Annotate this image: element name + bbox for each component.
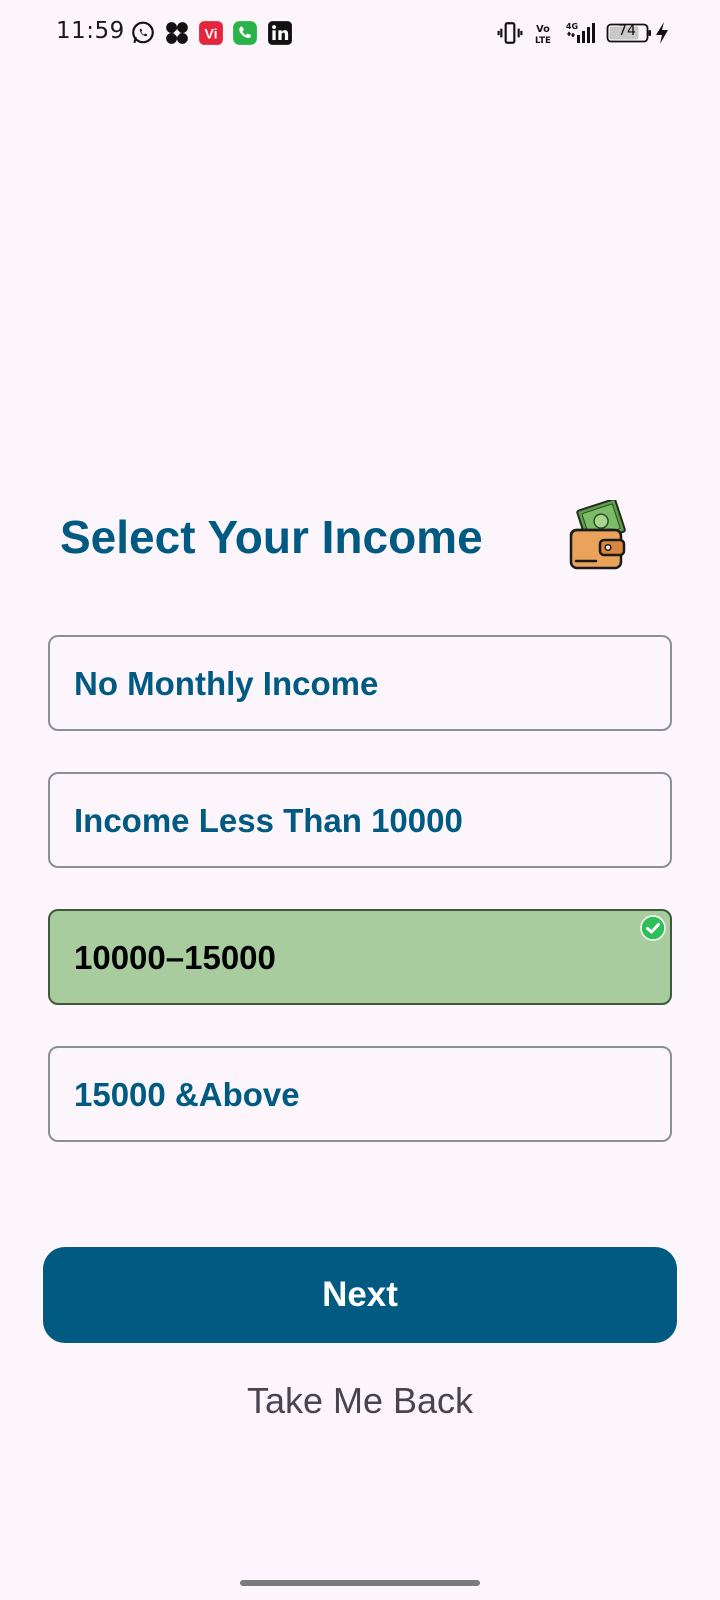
battery-level: 74 [618, 23, 636, 39]
income-option-label: No Monthly Income [74, 665, 379, 702]
income-option-label: 15000 &Above [74, 1076, 300, 1113]
take-me-back-link[interactable]: Take Me Back [0, 1380, 720, 1422]
page-title: Select Your Income [60, 511, 483, 563]
income-option-label: Income Less Than 10000 [74, 802, 463, 839]
income-option-label: 10000–15000 [74, 939, 276, 976]
vi-app-icon: Vi [198, 20, 224, 46]
income-option-less-than-10000[interactable]: Income Less Than 10000 [48, 772, 672, 868]
check-circle-icon [640, 915, 666, 941]
income-option-no-monthly[interactable]: No Monthly Income [48, 635, 672, 731]
income-option-15000-above[interactable]: 15000 &Above [48, 1046, 672, 1142]
status-bar: 11:59 Vi Vo LTE 4G 74 [0, 0, 720, 64]
volte-icon: Vo LTE [530, 20, 556, 46]
status-time: 11:59 [56, 18, 125, 44]
svg-text:Vo: Vo [536, 24, 550, 35]
charging-bolt-icon [654, 20, 670, 46]
svg-text:Vi: Vi [204, 25, 217, 41]
home-indicator[interactable] [240, 1580, 480, 1586]
pinwheel-app-icon [164, 20, 190, 46]
whatsapp-icon [130, 20, 156, 46]
next-button[interactable]: Next [43, 1247, 677, 1343]
svg-text:LTE: LTE [535, 36, 551, 46]
vibrate-icon [497, 20, 523, 46]
linkedin-icon [267, 20, 293, 46]
4g-signal-icon: 4G [564, 20, 598, 46]
svg-text:4G: 4G [566, 22, 578, 31]
income-option-10000-15000[interactable]: 10000–15000 [48, 909, 672, 1005]
phone-call-app-icon [232, 20, 258, 46]
wallet-money-icon [568, 500, 630, 576]
